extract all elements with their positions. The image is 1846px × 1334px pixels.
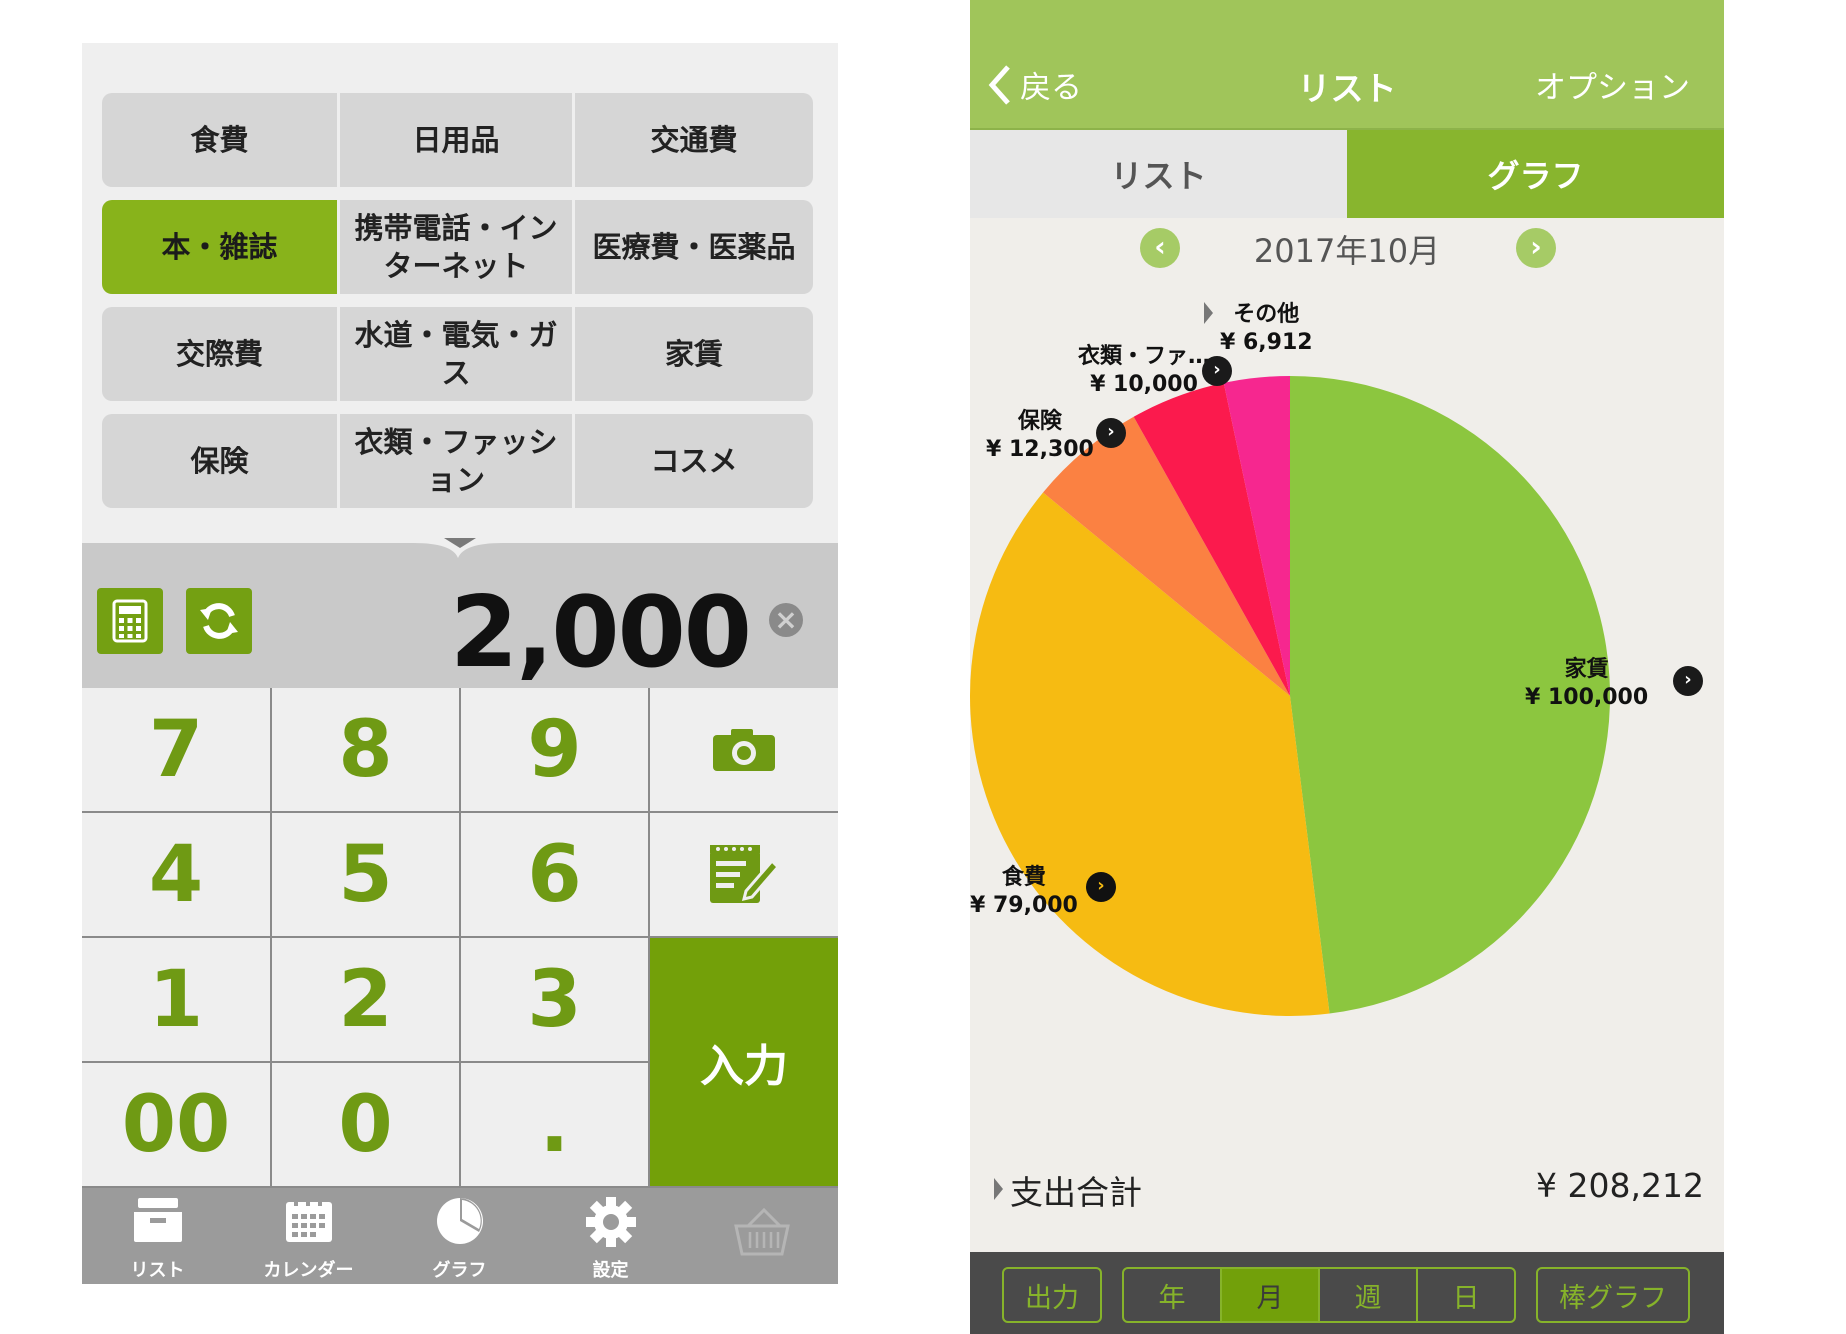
key-0[interactable]: 0 [272,1063,461,1188]
inbox-tray-icon [133,1198,182,1242]
amount-value: 2,000 [450,576,752,690]
key-8[interactable]: 8 [272,688,461,813]
bottom-toolbar: 出力 年 月 週 日 棒グラフ [970,1252,1724,1334]
bar-graph-button[interactable]: 棒グラフ [1536,1267,1690,1323]
key-5[interactable]: 5 [272,813,461,938]
key-7[interactable]: 7 [82,688,272,813]
category-row: 本・雑誌 携帯電話・インターネット 医療費・医薬品 [102,200,813,294]
other-expand-icon[interactable] [1204,302,1213,324]
tab-settings[interactable]: 設定 [535,1188,686,1284]
category-insurance[interactable]: 保険 [102,414,340,508]
repeat-button[interactable] [186,588,252,654]
label-insurance-value: ¥ 12,300 [986,437,1094,462]
tab-calendar-label: カレンダー [263,1260,354,1281]
month-selector: ‹ 2017年10月 › [970,218,1724,278]
label-rent-name: 家賃 [1564,657,1609,682]
enter-button[interactable]: 入力 [650,938,838,1188]
label-rent: 家賃 ¥ 100,000 [1525,656,1648,712]
key-3[interactable]: 3 [461,938,650,1063]
category-rent[interactable]: 家賃 [575,307,813,401]
segment-graph[interactable]: グラフ [1347,130,1724,218]
key-1[interactable]: 1 [82,938,272,1063]
category-food[interactable]: 食費 [102,93,340,187]
basket-icon [733,1208,790,1256]
food-detail-icon[interactable]: › [1086,872,1116,902]
total-row[interactable]: 支出合計 ¥ 208,212 [970,1160,1724,1220]
category-phone-internet[interactable]: 携帯電話・インターネット [340,200,575,294]
numeric-keypad: 7 8 9 4 5 6 1 2 3 入力 00 0 . [82,688,838,1188]
category-clothing[interactable]: 衣類・ファッション [340,414,575,508]
clear-icon[interactable]: × [769,603,803,637]
refresh-icon [200,603,238,639]
category-daily-goods[interactable]: 日用品 [340,93,575,187]
label-food-name: 食費 [1001,865,1046,890]
tab-list[interactable]: リスト [82,1188,233,1284]
rent-detail-icon[interactable]: › [1673,666,1703,696]
category-row: 交際費 水道・電気・ガス 家賃 [102,307,813,401]
memo-button[interactable] [650,813,838,938]
label-other-value: ¥ 6,912 [1220,330,1313,355]
category-transport[interactable]: 交通費 [575,93,813,187]
tab-shopping[interactable] [686,1188,837,1284]
segment-list[interactable]: リスト [970,130,1347,218]
key-decimal[interactable]: . [461,1063,650,1188]
tab-list-label: リスト [130,1260,185,1281]
category-cosmetics[interactable]: コスメ [575,414,813,508]
memo-edit-icon [710,844,780,903]
bottom-tab-bar: リスト カレンダー グラフ 設定 [82,1188,838,1284]
camera-button[interactable] [650,688,838,813]
period-year[interactable]: 年 [1124,1269,1222,1321]
label-clothing-name: 衣類・ファ… [1078,344,1211,369]
camera-icon [713,728,775,771]
label-other: その他 ¥ 6,912 [1220,301,1313,357]
category-utilities[interactable]: 水道・電気・ガス [340,307,575,401]
key-2[interactable]: 2 [272,938,461,1063]
period-week[interactable]: 週 [1320,1269,1418,1321]
category-medical[interactable]: 医療費・医薬品 [575,200,813,294]
label-clothing-value: ¥ 10,000 [1090,372,1198,397]
key-00[interactable]: 00 [82,1063,272,1188]
expense-input-screen: 食費 日用品 交通費 本・雑誌 携帯電話・インターネット 医療費・医薬品 交際費… [82,43,838,1284]
calendar-icon [285,1197,332,1242]
total-value: ¥ 208,212 [1536,1166,1704,1205]
label-food: 食費 ¥ 79,000 [970,864,1078,920]
label-rent-value: ¥ 100,000 [1525,685,1649,710]
navigation-bar: 戻る リスト オプション [970,0,1724,130]
category-books[interactable]: 本・雑誌 [102,200,340,294]
tab-settings-label: 設定 [592,1260,629,1281]
label-insurance-name: 保険 [1017,409,1062,434]
pie-chart-icon [436,1198,483,1244]
key-6[interactable]: 6 [461,813,650,938]
total-expand-icon[interactable] [994,1178,1003,1200]
next-month-icon[interactable]: › [1516,228,1556,268]
period-day[interactable]: 日 [1418,1269,1514,1321]
category-social[interactable]: 交際費 [102,307,340,401]
insurance-detail-icon[interactable]: › [1096,418,1126,448]
tab-graph-label: グラフ [432,1260,487,1281]
calculator-button[interactable] [97,588,163,654]
label-other-name: その他 [1233,302,1300,327]
tab-graph[interactable]: グラフ [384,1188,535,1284]
key-4[interactable]: 4 [82,813,272,938]
category-grid: 食費 日用品 交通費 本・雑誌 携帯電話・インターネット 医療費・医薬品 交際費… [102,93,813,553]
clothing-detail-icon[interactable]: › [1202,356,1232,386]
category-row: 保険 衣類・ファッション コスメ [102,414,813,508]
period-month[interactable]: 月 [1222,1269,1320,1321]
options-button[interactable]: オプション [1535,62,1690,107]
label-insurance: 保険 ¥ 12,300 [986,408,1094,464]
expense-graph-screen: 戻る リスト オプション リスト グラフ ‹ 2017年10月 › 家賃 ¥ 1… [970,0,1724,1334]
label-food-value: ¥ 79,000 [970,893,1078,918]
collapse-arrow-icon[interactable] [444,538,476,548]
month-label: 2017年10月 [1253,232,1441,270]
key-9[interactable]: 9 [461,688,650,813]
gear-icon [585,1197,636,1247]
category-row: 食費 日用品 交通費 [102,93,813,187]
label-clothing: 衣類・ファ… ¥ 10,000 [1078,343,1210,399]
calculator-icon [112,599,148,643]
total-label: 支出合計 [1010,1173,1142,1212]
period-segment: 年 月 週 日 [1122,1267,1516,1323]
export-button[interactable]: 出力 [1002,1267,1102,1323]
tab-calendar[interactable]: カレンダー [233,1188,384,1284]
